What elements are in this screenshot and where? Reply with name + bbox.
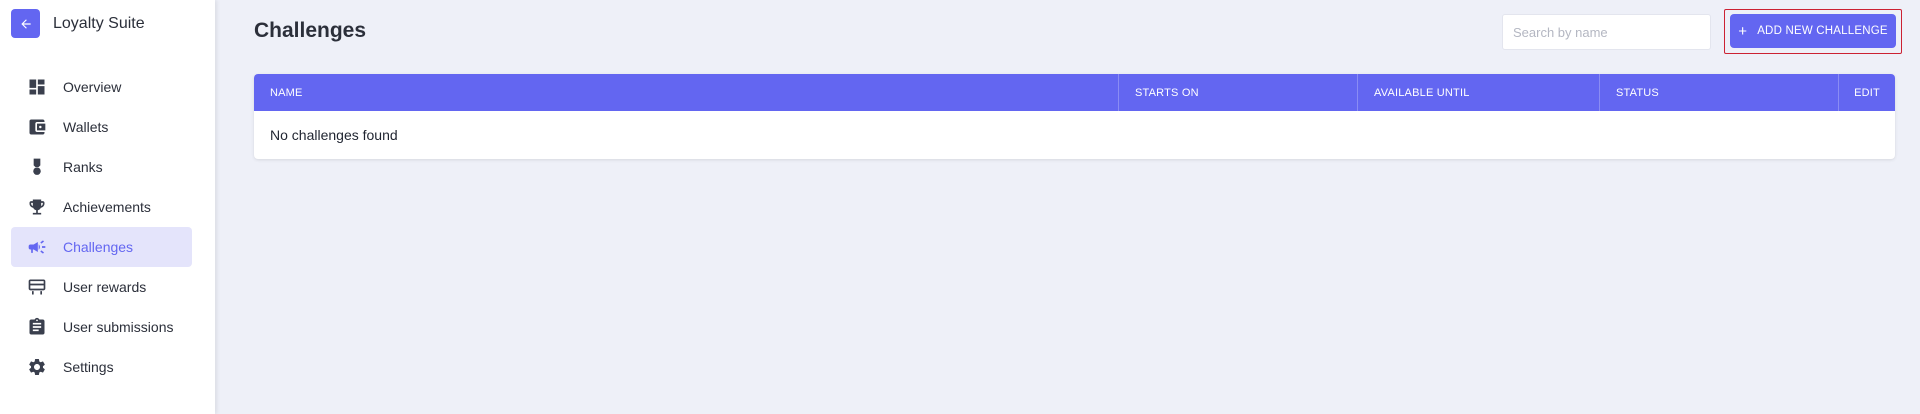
sidebar-item-label: User rewards bbox=[63, 279, 147, 295]
sidebar-item-achievements[interactable]: Achievements bbox=[11, 187, 192, 227]
sidebar-item-label: Wallets bbox=[63, 119, 109, 135]
sidebar-item-label: Overview bbox=[63, 79, 122, 95]
column-header-status[interactable]: STATUS bbox=[1600, 74, 1839, 111]
sidebar-item-label: Settings bbox=[63, 359, 114, 375]
reward-card-icon bbox=[27, 277, 47, 297]
page-title: Challenges bbox=[254, 19, 367, 42]
brand: Loyalty Suite bbox=[11, 9, 145, 38]
app-title: Loyalty Suite bbox=[53, 14, 145, 32]
sidebar-item-label: Achievements bbox=[63, 199, 151, 215]
sidebar-item-overview[interactable]: Overview bbox=[11, 67, 192, 107]
sidebar-item-label: User submissions bbox=[63, 319, 174, 335]
back-button[interactable] bbox=[11, 9, 40, 38]
table-header: NAME STARTS ON AVAILABLE UNTIL STATUS ED… bbox=[254, 74, 1895, 111]
dashboard-icon bbox=[27, 77, 47, 97]
clipboard-icon bbox=[27, 317, 47, 337]
sidebar-item-label: Challenges bbox=[63, 239, 134, 255]
sidebar-item-ranks[interactable]: Ranks bbox=[11, 147, 192, 187]
sidebar-item-settings[interactable]: Settings bbox=[11, 347, 192, 387]
add-new-challenge-button[interactable]: + ADD NEW CHALLENGE bbox=[1730, 14, 1896, 48]
sidebar-item-user-submissions[interactable]: User submissions bbox=[11, 307, 192, 347]
sidebar-item-wallets[interactable]: Wallets bbox=[11, 107, 192, 147]
sidebar-item-challenges[interactable]: Challenges bbox=[11, 227, 192, 267]
search-input[interactable] bbox=[1502, 14, 1711, 50]
add-new-challenge-label: ADD NEW CHALLENGE bbox=[1757, 25, 1888, 37]
sidebar-item-user-rewards[interactable]: User rewards bbox=[11, 267, 192, 307]
column-header-available-until[interactable]: AVAILABLE UNTIL bbox=[1358, 74, 1600, 111]
sidebar: Loyalty Suite Overview Wallets Ranks Ach… bbox=[0, 0, 215, 414]
table-empty-message: No challenges found bbox=[270, 127, 398, 143]
challenges-table: NAME STARTS ON AVAILABLE UNTIL STATUS ED… bbox=[254, 74, 1895, 159]
column-header-starts-on[interactable]: STARTS ON bbox=[1119, 74, 1358, 111]
sidebar-item-label: Ranks bbox=[63, 159, 103, 175]
sidebar-nav: Overview Wallets Ranks Achievements Chal… bbox=[11, 67, 192, 387]
column-header-name[interactable]: NAME bbox=[254, 74, 1119, 111]
plus-icon: + bbox=[1738, 22, 1748, 40]
rank-medal-icon bbox=[27, 157, 47, 177]
trophy-icon bbox=[27, 197, 47, 217]
megaphone-icon bbox=[27, 237, 47, 257]
wallet-icon bbox=[27, 117, 47, 137]
gear-icon bbox=[27, 357, 47, 377]
arrow-left-icon bbox=[20, 18, 31, 29]
column-header-edit: EDIT bbox=[1854, 86, 1880, 99]
